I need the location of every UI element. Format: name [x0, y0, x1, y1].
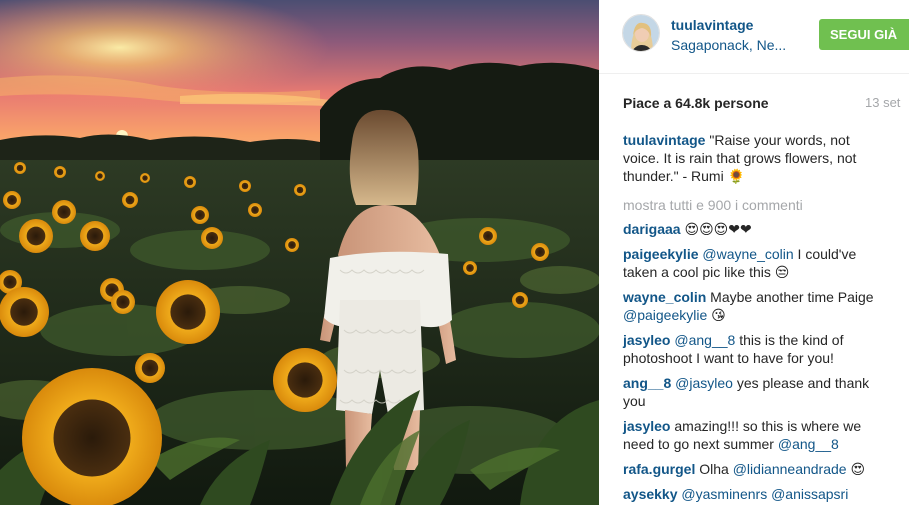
comment-text: 😍 — [846, 461, 866, 477]
avatar-image — [623, 15, 659, 51]
sunflower-field-image — [0, 0, 599, 505]
comment-item: darigaaa 😍😍😍❤❤ — [623, 220, 883, 238]
location-link[interactable]: Sagaponack, Ne... — [671, 37, 786, 53]
mention-link[interactable]: @yasminenrs — [678, 486, 767, 502]
comment-author-link[interactable]: jasyleo — [623, 418, 670, 434]
comment-item: paigeekylie @wayne_colin I could've take… — [623, 245, 883, 281]
mention-link[interactable]: @anissapsri — [771, 486, 848, 502]
comment-text: Maybe another time Paige — [706, 289, 874, 305]
post-side-panel: tuulavintage Sagaponack, Ne... SEGUI GIÀ… — [599, 0, 909, 505]
comment-item: rafa.gurgel Olha @lidianneandrade 😍 — [623, 460, 883, 478]
comment-author-link[interactable]: jasyleo — [623, 332, 670, 348]
comment-text: Olha — [695, 461, 733, 477]
comment-item: jasyleo amazing!!! so this is where we n… — [623, 417, 883, 453]
comment-text: 😍😍😍❤❤ — [680, 221, 752, 237]
following-button[interactable]: SEGUI GIÀ — [819, 19, 909, 50]
comment-item: aysekky @yasminenrs @anissapsri — [623, 485, 883, 503]
comment-author-link[interactable]: darigaaa — [623, 221, 681, 237]
likes-count[interactable]: Piace a 64.8k persone — [623, 95, 769, 111]
comment-author-link[interactable]: rafa.gurgel — [623, 461, 695, 477]
username-link[interactable]: tuulavintage — [671, 17, 753, 33]
mention-link[interactable]: @lidianneandrade — [733, 461, 847, 477]
comment-item: jasyleo @ang__8 this is the kind of phot… — [623, 331, 883, 367]
post-photo[interactable] — [0, 0, 599, 505]
caption: tuulavintage "Raise your words, not voic… — [623, 131, 883, 185]
comment-author-link[interactable]: ang__8 — [623, 375, 671, 391]
caption-author-link[interactable]: tuulavintage — [623, 132, 705, 148]
mention-link[interactable]: @wayne_colin — [699, 246, 793, 262]
mention-link[interactable]: @ang__8 — [670, 332, 735, 348]
post-header: tuulavintage Sagaponack, Ne... SEGUI GIÀ — [599, 0, 909, 74]
comment-container: darigaaa 😍😍😍❤❤ paigeekylie @wayne_colin I… — [623, 220, 883, 503]
post-date[interactable]: 13 set — [865, 95, 900, 110]
comment-text: 😘 — [707, 307, 726, 323]
comments-list: tuulavintage "Raise your words, not voic… — [623, 131, 883, 505]
view-all-comments-link[interactable]: mostra tutti e 900 i commenti — [623, 196, 883, 214]
avatar[interactable] — [622, 14, 660, 52]
comment-item: wayne_colin Maybe another time Paige @pa… — [623, 288, 883, 324]
mention-link[interactable]: @paigeekylie — [623, 307, 707, 323]
mention-link[interactable]: @ang__8 — [778, 436, 839, 452]
comment-author-link[interactable]: paigeekylie — [623, 246, 699, 262]
comment-author-link[interactable]: wayne_colin — [623, 289, 706, 305]
mention-link[interactable]: @jasyleo — [671, 375, 733, 391]
comment-item: ang__8 @jasyleo yes please and thank you — [623, 374, 883, 410]
comment-author-link[interactable]: aysekky — [623, 486, 678, 502]
likes-row: Piace a 64.8k persone 13 set — [623, 95, 909, 113]
